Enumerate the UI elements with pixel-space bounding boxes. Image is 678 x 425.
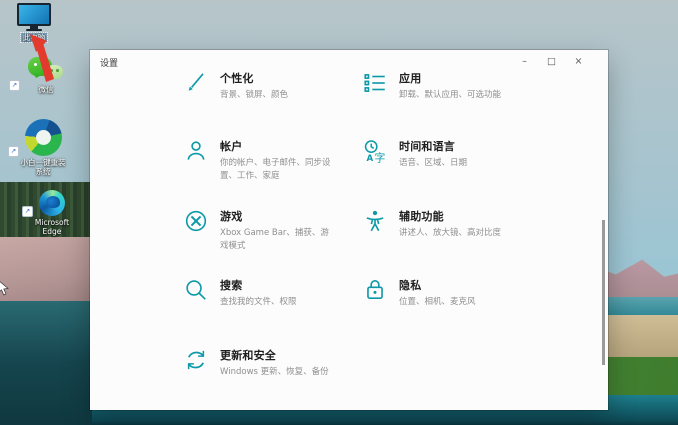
- time-language-icon: A 字: [362, 138, 388, 164]
- category-title: 隐私: [399, 277, 476, 293]
- desktop-icon-label: MicrosoftEdge: [35, 218, 69, 236]
- category-time-language[interactable]: A 字 时间和语言 语音、区域、日期: [362, 138, 558, 170]
- update-refresh-icon: [183, 347, 209, 373]
- search-icon: [183, 277, 209, 303]
- category-search[interactable]: 搜索 查找我的文件、权限: [183, 277, 379, 309]
- this-pc-icon: [17, 3, 51, 31]
- category-title: 应用: [399, 70, 501, 86]
- svg-text:A: A: [367, 154, 374, 164]
- window-controls: – □ ×: [511, 52, 592, 71]
- desktop-icon-label: 小白一键重装系统: [21, 158, 66, 176]
- category-ease-of-access[interactable]: 辅助功能 讲述人、放大镜、高对比度: [362, 208, 558, 240]
- category-subtitle: 语音、区域、日期: [399, 157, 467, 170]
- category-title: 搜索: [220, 277, 297, 293]
- svg-text:字: 字: [374, 150, 385, 164]
- category-subtitle: 背景、锁屏、颜色: [220, 89, 288, 102]
- settings-window: 设置 – □ × 个性化 背景、锁屏、颜色 应用 卸载、默认应用、可选功能: [90, 50, 608, 410]
- category-personalization[interactable]: 个性化 背景、锁屏、颜色: [183, 70, 379, 102]
- shortcut-arrow-badge: ↗: [9, 80, 20, 91]
- category-title: 帐户: [220, 138, 334, 154]
- wallpaper-dune: [0, 237, 92, 303]
- shortcut-arrow-badge: ↗: [22, 206, 33, 217]
- category-title: 辅助功能: [399, 208, 501, 224]
- mouse-cursor: [0, 280, 9, 297]
- category-subtitle: Xbox Game Bar、捕获、游戏模式: [220, 227, 334, 253]
- category-update-security[interactable]: 更新和安全 Windows 更新、恢复、备份: [183, 347, 379, 379]
- brush-icon: [183, 70, 209, 96]
- category-title: 时间和语言: [399, 138, 467, 154]
- desktop-icon-label: 微信: [39, 85, 54, 94]
- xiaobai-reinstall-icon: [25, 119, 62, 156]
- accessibility-icon: [362, 208, 388, 234]
- category-subtitle: 位置、相机、麦克风: [399, 296, 476, 309]
- xbox-icon: [183, 208, 209, 234]
- maximize-button[interactable]: □: [538, 52, 565, 71]
- window-scrollbar[interactable]: [602, 220, 605, 365]
- window-title: 设置: [100, 56, 118, 69]
- category-accounts[interactable]: 帐户 你的帐户、电子邮件、同步设置、工作、家庭: [183, 138, 379, 183]
- category-subtitle: Windows 更新、恢复、备份: [220, 366, 329, 379]
- privacy-lock-icon: [362, 277, 388, 303]
- category-subtitle: 你的帐户、电子邮件、同步设置、工作、家庭: [220, 157, 334, 183]
- shortcut-arrow-badge: ↗: [8, 146, 19, 157]
- category-subtitle: 卸载、默认应用、可选功能: [399, 89, 501, 102]
- category-gaming[interactable]: 游戏 Xbox Game Bar、捕获、游戏模式: [183, 208, 379, 253]
- category-title: 游戏: [220, 208, 334, 224]
- red-arrow-annotation: [27, 33, 59, 85]
- category-subtitle: 查找我的文件、权限: [220, 296, 297, 309]
- wallpaper-dark-water: [0, 301, 92, 425]
- edge-icon: [39, 190, 65, 216]
- category-privacy[interactable]: 隐私 位置、相机、麦克风: [362, 277, 558, 309]
- desktop-icon-xiaobai-reinstall[interactable]: 小白一键重装系统: [10, 119, 76, 176]
- minimize-button[interactable]: –: [511, 52, 538, 71]
- category-title: 更新和安全: [220, 347, 329, 363]
- close-button[interactable]: ×: [565, 52, 592, 71]
- category-apps[interactable]: 应用 卸载、默认应用、可选功能: [362, 70, 558, 102]
- account-person-icon: [183, 138, 209, 164]
- category-title: 个性化: [220, 70, 288, 86]
- category-subtitle: 讲述人、放大镜、高对比度: [399, 227, 501, 240]
- apps-list-icon: [362, 70, 388, 96]
